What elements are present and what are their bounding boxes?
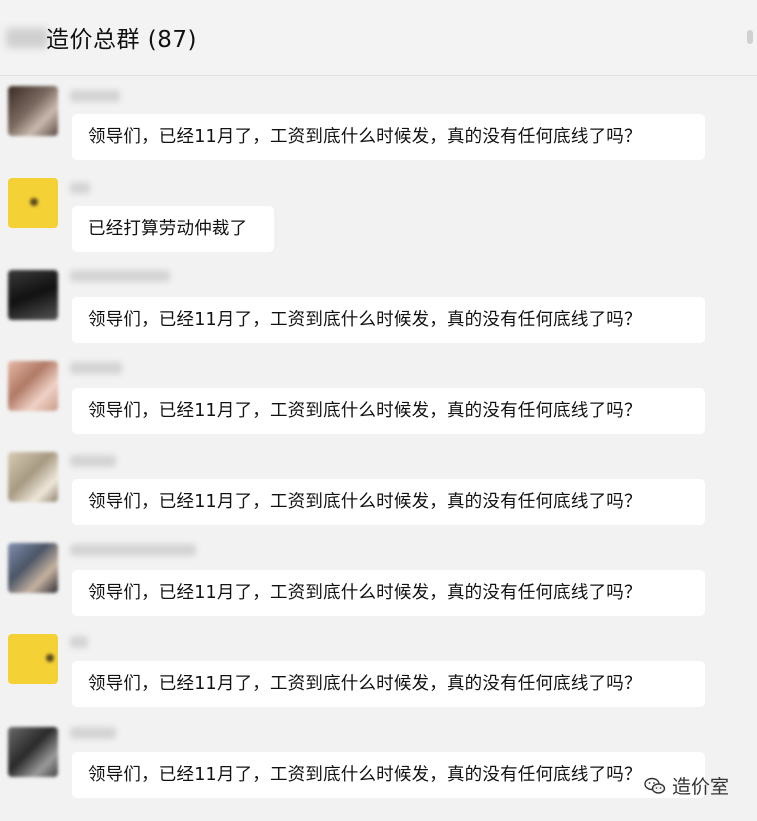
message-bubble[interactable]: 已经打算劳动仲裁了 [72, 206, 274, 252]
redacted-sender-name [70, 727, 116, 739]
watermark-text: 造价室 [671, 776, 729, 798]
redacted-sender-name [70, 270, 170, 282]
avatar[interactable] [8, 543, 58, 593]
avatar[interactable] [8, 178, 58, 228]
avatar[interactable] [8, 270, 58, 320]
avatar[interactable] [8, 452, 58, 502]
chat-header: 造价总群 (87) [0, 0, 757, 76]
message-bubble[interactable]: 领导们，已经11月了，工资到底什么时候发，真的没有任何底线了吗？ [72, 297, 705, 343]
redacted-sender-name [70, 90, 120, 102]
redacted-sender-name [70, 636, 88, 648]
avatar[interactable] [8, 727, 58, 777]
message-bubble[interactable]: 领导们，已经11月了，工资到底什么时候发，真的没有任何底线了吗？ [72, 388, 705, 434]
avatar[interactable] [8, 361, 58, 411]
redacted-sender-name [70, 544, 196, 556]
message-bubble[interactable]: 领导们，已经11月了，工资到底什么时候发，真的没有任何底线了吗？ [72, 479, 705, 525]
scrollbar-handle[interactable] [747, 30, 753, 44]
message-bubble[interactable]: 领导们，已经11月了，工资到底什么时候发，真的没有任何底线了吗？ [72, 114, 705, 160]
message-bubble[interactable]: 领导们，已经11月了，工资到底什么时候发，真的没有任何底线了吗？ [72, 752, 705, 798]
watermark: 造价室 [644, 772, 729, 799]
avatar[interactable] [8, 86, 58, 136]
redacted-sender-name [70, 455, 116, 467]
wechat-icon [644, 777, 666, 795]
message-bubble[interactable]: 领导们，已经11月了，工资到底什么时候发，真的没有任何底线了吗？ [72, 570, 705, 616]
message-bubble[interactable]: 领导们，已经11月了，工资到底什么时候发，真的没有任何底线了吗？ [72, 661, 705, 707]
avatar[interactable] [8, 634, 58, 684]
group-title[interactable]: 造价总群 (87) [46, 20, 197, 54]
redacted-sender-name [70, 182, 90, 194]
redacted-sender-name [70, 362, 122, 374]
redacted-title-prefix [6, 28, 48, 48]
